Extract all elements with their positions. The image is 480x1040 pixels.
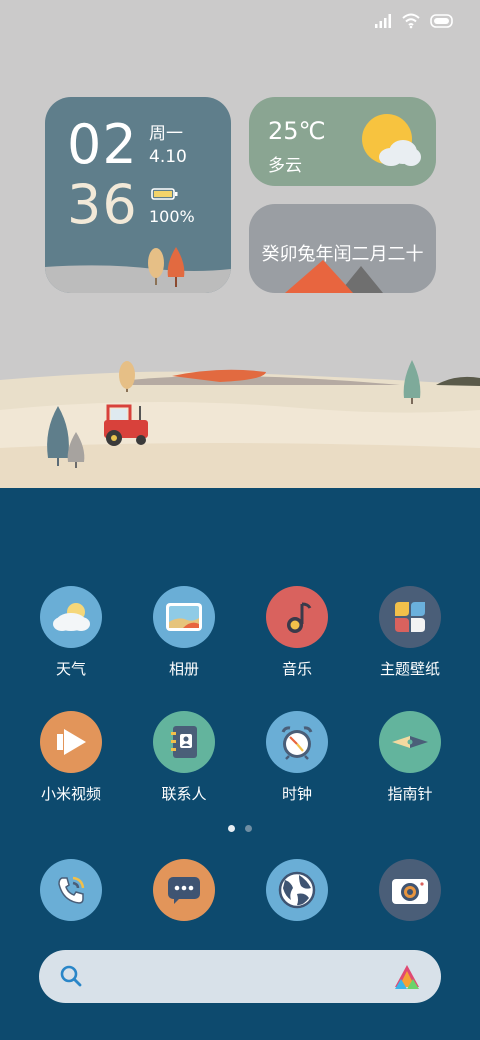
status-bar	[374, 10, 454, 32]
app-gallery[interactable]: 相册	[129, 586, 239, 679]
battery-level-icon	[151, 188, 178, 200]
clock-icon	[266, 711, 328, 773]
page-indicator[interactable]	[228, 825, 252, 832]
search-input[interactable]	[95, 960, 379, 995]
app-label: 小米视频	[40, 785, 101, 803]
app-video[interactable]: 小米视频	[16, 711, 126, 804]
search-icon	[60, 965, 82, 987]
app-contacts[interactable]: 联系人	[129, 711, 239, 804]
weather-condition: 多云	[268, 156, 302, 176]
app-weather[interactable]: 天气	[16, 586, 126, 679]
partly-cloudy-icon	[362, 114, 421, 166]
clock-hour: 02	[67, 113, 138, 176]
temperature-text: 25℃	[268, 117, 326, 145]
app-label: 相册	[168, 660, 199, 678]
date-text: 4.10	[149, 147, 187, 167]
messages-icon	[168, 877, 200, 904]
search-bar[interactable]	[39, 950, 441, 1003]
app-themes[interactable]: 主题壁纸	[355, 586, 465, 679]
phone-icon	[58, 876, 85, 904]
lunar-calendar-widget[interactable]: 癸卯兔年闰二月二十	[249, 204, 436, 293]
clock-widget[interactable]: 02 36 周一 4.10 100%	[45, 97, 231, 293]
camera-icon	[392, 879, 428, 904]
wifi-icon	[402, 13, 420, 29]
compass-icon	[379, 711, 441, 773]
themes-icon	[379, 586, 441, 648]
weekday-text: 周一	[149, 124, 183, 144]
battery-percent: 100%	[149, 207, 195, 226]
dock-browser[interactable]	[266, 859, 328, 921]
assistant-icon[interactable]	[393, 963, 421, 991]
page-dot-2[interactable]	[245, 825, 252, 832]
app-label: 指南针	[387, 785, 433, 803]
battery-icon	[430, 14, 453, 28]
dock-messages[interactable]	[153, 859, 215, 921]
app-clock[interactable]: 时钟	[242, 711, 352, 804]
dock-camera[interactable]	[379, 859, 441, 921]
app-compass[interactable]: 指南针	[355, 711, 465, 804]
page-dot-1[interactable]	[228, 825, 235, 832]
browser-icon	[278, 871, 316, 909]
gallery-icon	[153, 586, 215, 648]
clock-minute: 36	[67, 173, 138, 236]
app-music[interactable]: 音乐	[242, 586, 352, 679]
weather-icon	[40, 586, 102, 648]
app-label: 音乐	[281, 660, 312, 678]
signal-icon	[375, 14, 391, 28]
dock-phone[interactable]	[40, 859, 102, 921]
lunar-date-text: 癸卯兔年闰二月二十	[261, 244, 424, 265]
weather-widget[interactable]: 25℃ 多云	[249, 97, 436, 186]
wallpaper-landscape	[0, 360, 480, 500]
contacts-icon	[153, 711, 215, 773]
app-label: 时钟	[281, 785, 312, 803]
music-icon	[266, 586, 328, 648]
app-label: 联系人	[161, 785, 207, 803]
app-label: 天气	[55, 660, 86, 678]
video-icon	[40, 711, 102, 773]
app-label: 主题壁纸	[379, 660, 440, 678]
